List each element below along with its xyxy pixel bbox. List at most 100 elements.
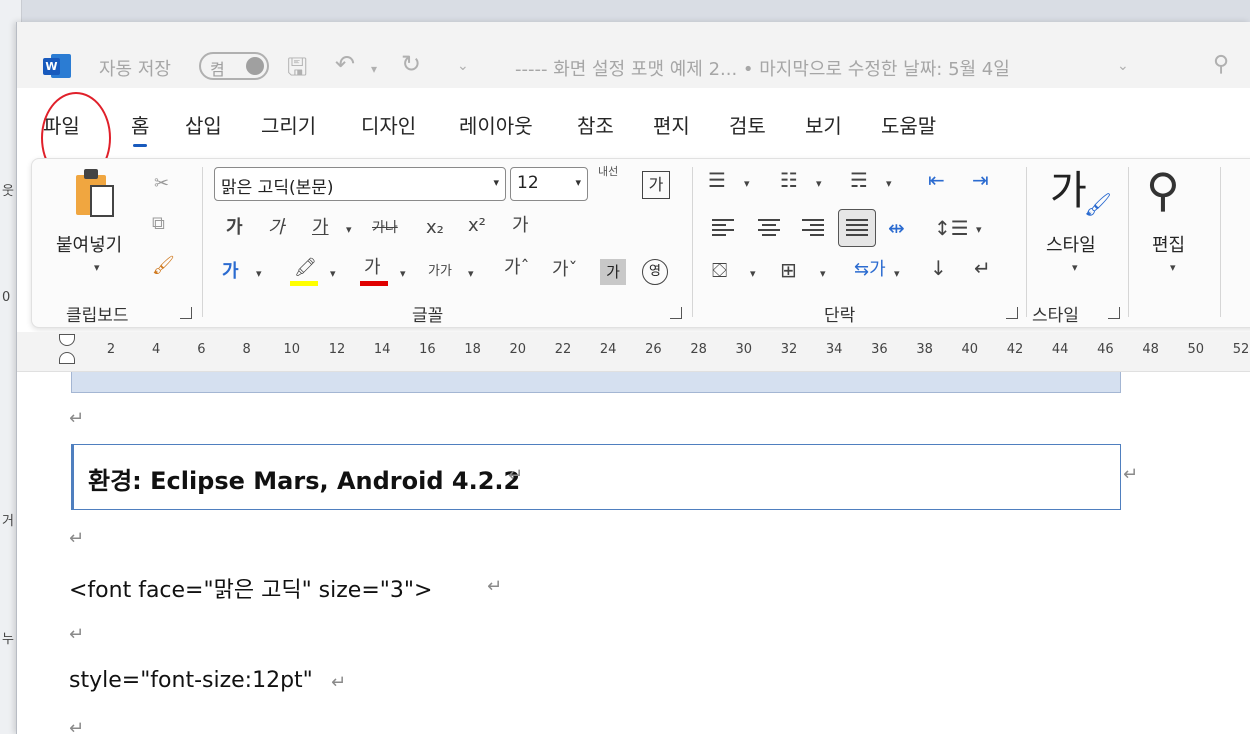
underline-dropdown-icon[interactable]: ▾ <box>346 223 352 236</box>
underline-icon[interactable]: 가 <box>312 217 329 239</box>
numbering-dropdown-icon[interactable]: ▾ <box>816 177 822 190</box>
ruler-tick: 20 <box>509 342 527 357</box>
undo-icon[interactable]: ↶ <box>335 50 355 78</box>
clear-formatting-icon[interactable]: 가 <box>512 215 529 237</box>
distributed-icon[interactable]: ⇹ <box>888 217 905 239</box>
character-shading-icon[interactable]: 가 <box>600 259 626 285</box>
shading-icon[interactable]: ⛋ <box>712 259 727 281</box>
document-canvas[interactable]: ↵ 환경: Eclipse Mars, Android 4.2.2 ↵ ↵ ↵ … <box>17 372 1250 734</box>
paste-button-label[interactable]: 붙여넣기 <box>56 231 122 257</box>
first-line-indent-marker[interactable] <box>59 334 75 346</box>
borders-icon[interactable]: ⊞ <box>780 259 797 281</box>
font-size-value: 12 <box>517 173 539 193</box>
tab-review[interactable]: 검토 <box>729 110 766 139</box>
font-name-value: 맑은 고딕(본문) <box>221 178 334 198</box>
line-spacing-icon[interactable]: ↕☰ <box>934 217 969 239</box>
styles-launcher-icon[interactable] <box>1108 307 1120 319</box>
styles-dropdown-icon[interactable]: ▾ <box>1072 261 1078 274</box>
ruler-tick: 32 <box>780 342 798 357</box>
borders-dropdown-icon[interactable]: ▾ <box>820 267 826 280</box>
sort-icon[interactable]: ↓ <box>930 257 947 279</box>
font-name-combo[interactable]: 맑은 고딕(본문) ▾ <box>214 167 506 201</box>
ruler-tick: 38 <box>916 342 933 357</box>
bullets-dropdown-icon[interactable]: ▾ <box>744 177 750 190</box>
highlight-icon[interactable]: 🖍 <box>294 257 317 279</box>
tab-references[interactable]: 참조 <box>577 110 614 139</box>
superscript-icon[interactable]: x² <box>468 215 486 237</box>
phonetic-guide-icon[interactable]: 내선 <box>598 165 618 178</box>
strikethrough-icon[interactable]: 가나 <box>372 217 398 239</box>
ruler-tick: 36 <box>871 342 888 357</box>
document-title[interactable]: ----- 화면 설정 포맷 예제 2... • 마지막으로 수정한 날짜: 5… <box>515 55 1010 81</box>
undo-dropdown-icon[interactable]: ▾ <box>371 62 377 76</box>
editing-button-label[interactable]: 편집 <box>1152 231 1185 257</box>
text-effects-dropdown-icon[interactable]: ▾ <box>256 267 262 280</box>
autosave-label: 자동 저장 <box>99 59 171 80</box>
align-center-icon[interactable] <box>758 219 780 237</box>
styles-button-label[interactable]: 스타일 <box>1046 231 1096 257</box>
shrink-font-icon[interactable]: 가ˇ <box>552 259 578 281</box>
asian-layout-dropdown-icon[interactable]: ▾ <box>894 267 900 280</box>
cut-icon[interactable]: ✂ <box>154 173 169 195</box>
font-color-icon[interactable]: 가 <box>364 257 381 279</box>
word-app-icon[interactable]: W <box>43 54 71 78</box>
ruler-tick: 34 <box>825 342 843 357</box>
tab-layout[interactable]: 레이아웃 <box>459 110 533 139</box>
tab-draw[interactable]: 그리기 <box>261 110 316 139</box>
multilevel-list-icon[interactable]: ☴ <box>850 169 868 191</box>
line-spacing-dropdown-icon[interactable]: ▾ <box>976 223 982 236</box>
tab-home[interactable]: 홈 <box>131 110 149 147</box>
redo-icon[interactable]: ↻ <box>401 50 421 78</box>
highlight-dropdown-icon[interactable]: ▾ <box>330 267 336 280</box>
hanging-indent-marker[interactable] <box>59 352 75 364</box>
font-launcher-icon[interactable] <box>670 307 682 319</box>
increase-indent-icon[interactable]: ⇥ <box>972 169 989 191</box>
styles-icon[interactable]: 가 <box>1050 169 1087 213</box>
tab-design[interactable]: 디자인 <box>361 110 416 139</box>
customize-quick-access-icon[interactable]: ⌄ <box>457 58 469 74</box>
ruler-tick: 14 <box>373 342 391 357</box>
multilevel-list-dropdown-icon[interactable]: ▾ <box>886 177 892 190</box>
shading-dropdown-icon[interactable]: ▾ <box>750 267 756 280</box>
paste-icon[interactable] <box>74 169 122 223</box>
find-icon[interactable]: ⚲ <box>1146 165 1180 215</box>
search-icon[interactable]: ⚲ <box>1213 52 1229 77</box>
decrease-indent-icon[interactable]: ⇤ <box>928 169 945 191</box>
tab-insert[interactable]: 삽입 <box>185 110 222 139</box>
numbering-icon[interactable]: ☷ <box>780 169 798 191</box>
heading-box[interactable]: 환경: Eclipse Mars, Android 4.2.2 ↵ <box>71 444 1121 510</box>
change-case-icon[interactable]: 가가 <box>428 261 452 283</box>
autosave-toggle[interactable]: 켬 <box>199 52 269 80</box>
heading-text: 환경: Eclipse Mars, Android 4.2.2 <box>88 467 521 495</box>
copy-icon[interactable]: ⧉ <box>152 213 165 235</box>
paste-dropdown-icon[interactable]: ▾ <box>94 261 100 274</box>
asian-layout-icon[interactable]: ⇆가 <box>854 259 886 281</box>
horizontal-ruler[interactable]: 2 4 6 8 10 12 14 16 18 20 22 24 26 28 30 32 34 36 38 40 42 44… <box>17 332 1250 372</box>
format-painter-icon[interactable]: 🖌 <box>152 255 175 277</box>
editing-dropdown-icon[interactable]: ▾ <box>1170 261 1176 274</box>
title-dropdown-icon[interactable]: ⌄ <box>1117 58 1129 74</box>
font-color-swatch <box>360 281 388 286</box>
ruler-tick: 18 <box>464 342 481 357</box>
tab-view[interactable]: 보기 <box>805 110 842 139</box>
ruler-tick: 26 <box>645 342 662 357</box>
enclose-characters-icon[interactable]: 영 <box>642 259 668 285</box>
font-color-dropdown-icon[interactable]: ▾ <box>400 267 406 280</box>
subscript-icon[interactable]: x₂ <box>426 217 444 239</box>
save-icon[interactable]: 🖫 <box>287 50 307 91</box>
font-size-combo[interactable]: 12 ▾ <box>510 167 588 201</box>
tab-help[interactable]: 도움말 <box>881 110 936 139</box>
text-effects-icon[interactable]: 가 <box>222 261 239 283</box>
change-case-dropdown-icon[interactable]: ▾ <box>468 267 474 280</box>
character-border-icon[interactable]: 가 <box>642 171 670 199</box>
bold-icon[interactable]: 가 <box>226 217 243 239</box>
italic-icon[interactable]: 가 <box>268 217 285 239</box>
show-hide-marks-icon[interactable]: ↵ <box>974 257 991 279</box>
tab-mailings[interactable]: 편지 <box>653 110 690 139</box>
paragraph-launcher-icon[interactable] <box>1006 307 1018 319</box>
bullets-icon[interactable]: ☰ <box>708 169 726 191</box>
align-left-icon[interactable] <box>712 219 734 237</box>
clipboard-launcher-icon[interactable] <box>180 307 192 319</box>
grow-font-icon[interactable]: 가ˆ <box>504 257 530 279</box>
align-right-icon[interactable] <box>802 219 824 237</box>
